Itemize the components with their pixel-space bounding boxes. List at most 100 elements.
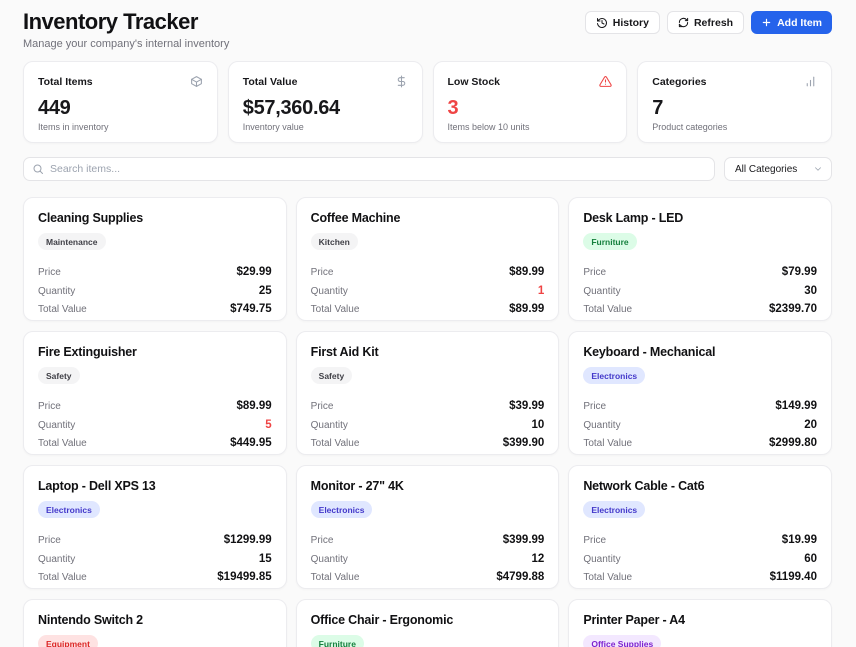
refresh-button-label: Refresh bbox=[694, 17, 733, 29]
item-edit-button[interactable] bbox=[803, 484, 807, 488]
item-history-button[interactable] bbox=[520, 350, 524, 354]
item-delete-button[interactable] bbox=[268, 618, 272, 622]
header-actions: History Refresh Add Item bbox=[585, 11, 832, 34]
item-name: Desk Lamp - LED bbox=[583, 211, 683, 225]
stat-value: 7 bbox=[652, 97, 817, 120]
item-actions bbox=[520, 216, 544, 220]
inventory-item-card: Desk Lamp - LED Furniture Price $79.99 Q bbox=[568, 197, 832, 321]
stat-value: 3 bbox=[448, 97, 613, 120]
item-details: Price $149.99 Quantity 20 Total Value $2… bbox=[583, 400, 817, 449]
price-row: Price $1299.99 bbox=[38, 534, 272, 546]
total-value-value: $1199.40 bbox=[770, 571, 817, 583]
stat-card: Total Value $57,360.64 Inventory value bbox=[228, 61, 423, 143]
item-edit-button[interactable] bbox=[258, 350, 262, 354]
item-history-button[interactable] bbox=[248, 484, 252, 488]
package-icon bbox=[190, 75, 203, 88]
item-delete-button[interactable] bbox=[268, 350, 272, 354]
category-badge: Electronics bbox=[311, 501, 373, 518]
quantity-row: Quantity 10 bbox=[311, 419, 545, 431]
refresh-icon bbox=[678, 17, 689, 28]
history-button[interactable]: History bbox=[585, 11, 660, 34]
inventory-tracker-app: Inventory Tracker Manage your company's … bbox=[0, 0, 856, 647]
item-delete-button[interactable] bbox=[540, 350, 544, 354]
item-actions bbox=[793, 484, 817, 488]
item-details: Price $89.99 Quantity 5 Total Value $449… bbox=[38, 400, 272, 449]
item-history-button[interactable] bbox=[520, 216, 524, 220]
item-details: Price $79.99 Quantity 30 Total Value $23… bbox=[583, 266, 817, 315]
stat-card: Categories 7 Product categories bbox=[637, 61, 832, 143]
price-label: Price bbox=[311, 401, 334, 412]
stat-card: Total Items 449 Items in inventory bbox=[23, 61, 218, 143]
category-filter-dropdown[interactable]: All Categories bbox=[724, 157, 832, 181]
item-delete-button[interactable] bbox=[540, 216, 544, 220]
price-value: $399.99 bbox=[503, 534, 545, 546]
total-value-value: $749.75 bbox=[230, 303, 272, 315]
total-value-row: Total Value $449.95 bbox=[38, 437, 272, 449]
item-history-button[interactable] bbox=[793, 350, 797, 354]
item-actions bbox=[248, 618, 272, 622]
quantity-label: Quantity bbox=[311, 420, 348, 431]
inventory-item-card: Laptop - Dell XPS 13 Electronics Price $… bbox=[23, 465, 287, 589]
item-history-button[interactable] bbox=[520, 484, 524, 488]
total-value-label: Total Value bbox=[583, 438, 632, 449]
item-edit-button[interactable] bbox=[803, 216, 807, 220]
item-delete-button[interactable] bbox=[268, 484, 272, 488]
add-item-button[interactable]: Add Item bbox=[751, 11, 832, 34]
search-input[interactable] bbox=[23, 157, 715, 181]
total-value-value: $449.95 bbox=[230, 437, 272, 449]
item-actions bbox=[248, 350, 272, 354]
item-head: Coffee Machine bbox=[311, 211, 545, 225]
item-actions bbox=[793, 618, 817, 622]
item-history-button[interactable] bbox=[248, 216, 252, 220]
total-value-row: Total Value $4799.88 bbox=[311, 571, 545, 583]
quantity-value: 5 bbox=[265, 419, 271, 431]
inventory-item-card: Network Cable - Cat6 Electronics Price $… bbox=[568, 465, 832, 589]
inventory-item-card: First Aid Kit Safety Price $39.99 Quanti bbox=[296, 331, 560, 455]
item-delete-button[interactable] bbox=[540, 484, 544, 488]
item-edit-button[interactable] bbox=[258, 618, 262, 622]
item-name: Office Chair - Ergonomic bbox=[311, 613, 453, 627]
item-history-button[interactable] bbox=[248, 618, 252, 622]
total-value-row: Total Value $399.90 bbox=[311, 437, 545, 449]
item-name: Printer Paper - A4 bbox=[583, 613, 685, 627]
quantity-label: Quantity bbox=[311, 554, 348, 565]
total-value-label: Total Value bbox=[311, 572, 360, 583]
item-history-button[interactable] bbox=[793, 484, 797, 488]
item-edit-button[interactable] bbox=[258, 216, 262, 220]
price-value: $89.99 bbox=[509, 266, 544, 278]
item-details: Price $1299.99 Quantity 15 Total Value $… bbox=[38, 534, 272, 583]
refresh-button[interactable]: Refresh bbox=[667, 11, 744, 34]
item-edit-button[interactable] bbox=[803, 618, 807, 622]
item-history-button[interactable] bbox=[793, 618, 797, 622]
item-delete-button[interactable] bbox=[813, 216, 817, 220]
quantity-value: 60 bbox=[804, 553, 817, 565]
item-delete-button[interactable] bbox=[813, 350, 817, 354]
item-actions bbox=[248, 484, 272, 488]
item-edit-button[interactable] bbox=[258, 484, 262, 488]
item-actions bbox=[793, 216, 817, 220]
price-value: $29.99 bbox=[236, 266, 271, 278]
total-value-value: $4799.88 bbox=[496, 571, 544, 583]
item-edit-button[interactable] bbox=[803, 350, 807, 354]
item-edit-button[interactable] bbox=[530, 216, 534, 220]
item-delete-button[interactable] bbox=[813, 484, 817, 488]
item-edit-button[interactable] bbox=[530, 618, 534, 622]
item-delete-button[interactable] bbox=[540, 618, 544, 622]
plus-icon bbox=[761, 17, 772, 28]
inventory-item-card: Fire Extinguisher Safety Price $89.99 Qu bbox=[23, 331, 287, 455]
item-edit-button[interactable] bbox=[530, 350, 534, 354]
total-value-value: $399.90 bbox=[503, 437, 545, 449]
item-history-button[interactable] bbox=[520, 618, 524, 622]
stat-value: 449 bbox=[38, 97, 203, 120]
quantity-label: Quantity bbox=[583, 420, 620, 431]
stat-subtext: Items in inventory bbox=[38, 122, 203, 132]
item-history-button[interactable] bbox=[793, 216, 797, 220]
stat-subtext: Product categories bbox=[652, 122, 817, 132]
item-head: Printer Paper - A4 bbox=[583, 613, 817, 627]
item-edit-button[interactable] bbox=[530, 484, 534, 488]
page-title: Inventory Tracker bbox=[23, 9, 229, 35]
item-delete-button[interactable] bbox=[268, 216, 272, 220]
item-delete-button[interactable] bbox=[813, 618, 817, 622]
quantity-label: Quantity bbox=[583, 286, 620, 297]
item-history-button[interactable] bbox=[248, 350, 252, 354]
